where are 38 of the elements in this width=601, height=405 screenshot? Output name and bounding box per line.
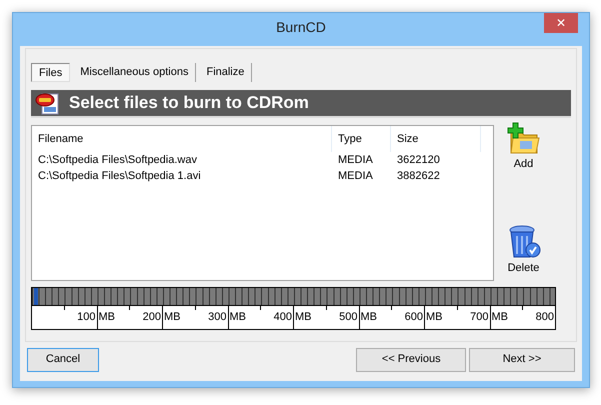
delete-button[interactable]: Delete: [500, 224, 548, 276]
tab[interactable]: Finalize: [199, 63, 252, 82]
column-header[interactable]: Type: [332, 126, 391, 152]
scale-label: 700: [470, 310, 488, 326]
file-list[interactable]: Filename Type Size C:\Softpedia Files\Softpedia.wav MEDIA 3622120 C:\Softpedia Files\Softpedia 1.avi MEDIA 3882622: [31, 125, 494, 281]
scale-label: 800: [536, 310, 554, 326]
cancel-button[interactable]: Cancel: [27, 348, 99, 372]
column-header[interactable]: Size: [391, 126, 481, 152]
tab[interactable]: Miscellaneous options: [73, 63, 196, 82]
column-header[interactable]: Filename: [32, 126, 332, 152]
scale-unit: MB: [426, 310, 442, 326]
table-cell-text: C:\Softpedia Files\Softpedia 1.avi: [37, 169, 202, 184]
table-cell-text: MEDIA: [337, 169, 374, 184]
scale-label: 200: [142, 310, 161, 326]
table-cell-text: C:\Softpedia Files\Softpedia.wav: [37, 153, 198, 168]
scale-label: 400: [274, 310, 292, 326]
scale-label: 500: [339, 310, 358, 326]
add-button[interactable]: Add: [500, 122, 548, 172]
trash-bin-icon: [506, 224, 540, 260]
window-title: BurnCD: [276, 18, 326, 37]
next-button[interactable]: Next >>: [469, 348, 575, 372]
scale-unit: MB: [295, 310, 312, 326]
scale-unit: MB: [164, 310, 180, 326]
close-button[interactable]: ✕: [544, 13, 578, 33]
scale-unit: MB: [98, 310, 115, 326]
table-cell-text: 3882622: [396, 169, 441, 184]
scale-unit: MB: [360, 310, 377, 326]
table-cell-text: 3622120: [396, 153, 441, 168]
scale-label: 300: [208, 310, 226, 326]
header-title: Select files to burn to CDRom: [69, 92, 309, 114]
tab[interactable]: Files: [31, 63, 70, 82]
previous-button[interactable]: << Previous: [356, 348, 466, 372]
table-cell-text: MEDIA: [337, 153, 374, 168]
scale-unit: MB: [230, 310, 246, 326]
folder-add-icon: [506, 122, 540, 156]
scale-label: 100: [77, 310, 96, 326]
scale-unit: MB: [492, 310, 508, 326]
scale-label: 600: [404, 310, 423, 326]
